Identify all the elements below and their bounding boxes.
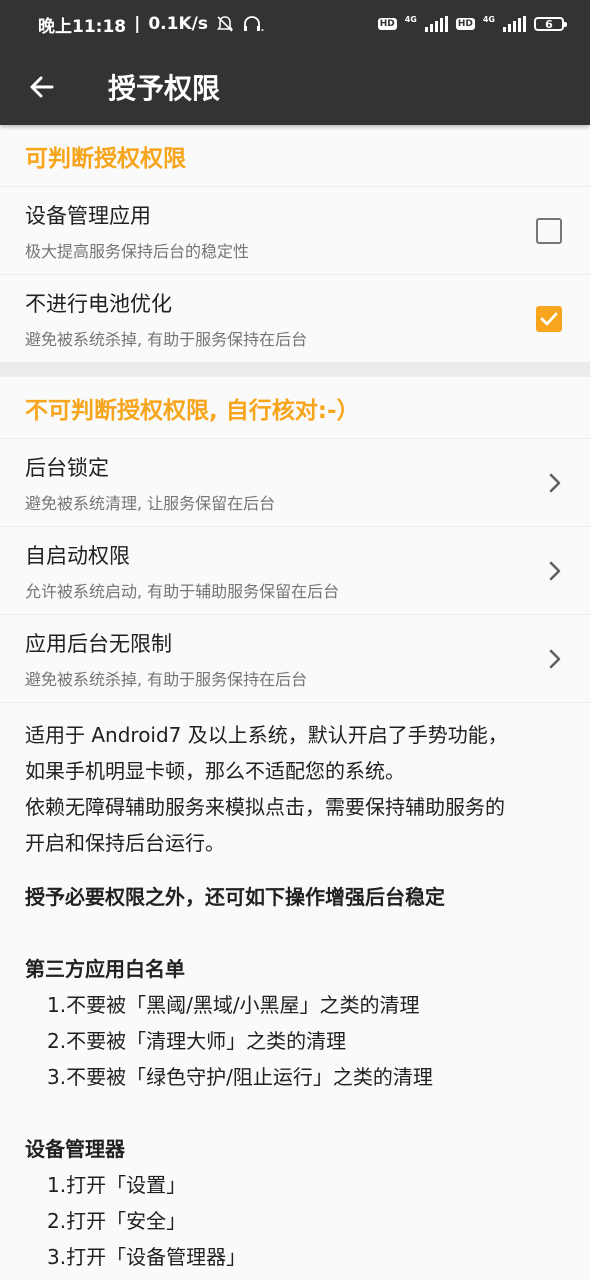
back-button[interactable] [0, 48, 84, 125]
info-line: 适用于 Android7 及以上系统，默认开启了手势功能， [25, 723, 508, 747]
chevron-right-icon [549, 649, 561, 668]
background-unrestricted-row[interactable]: 应用后台无限制 避免被系统杀掉, 有助于服务保持在后台 [0, 615, 590, 703]
network-type: 4G [482, 15, 495, 24]
section-header-manual: 不可判断授权权限, 自行核对:-） [0, 377, 590, 439]
signal-icon [424, 16, 448, 32]
row-title: 自启动权限 [25, 543, 130, 568]
list-item: 1.打开「设置」 [47, 1173, 187, 1197]
row-title: 设备管理应用 [25, 203, 151, 228]
battery-optimization-row[interactable]: 不进行电池优化 避免被系统杀掉, 有助于服务保持在后台 [0, 275, 590, 363]
info-line: 开启和保持后台运行。 [25, 831, 225, 855]
page-title: 授予权限 [108, 71, 221, 105]
arrow-back-icon [30, 76, 54, 97]
info-text: 适用于 Android7 及以上系统，默认开启了手势功能， 如果手机明显卡顿，那… [0, 703, 590, 1275]
signal-icon [503, 16, 526, 32]
chevron-right-icon [549, 473, 561, 492]
list-item: 1.不要被「黑阈/黑域/小黑屋」之类的清理 [47, 993, 420, 1017]
row-title: 不进行电池优化 [25, 291, 172, 316]
whitelist-title: 第三方应用白名单 [25, 957, 185, 981]
row-subtitle: 避免被系统杀掉, 有助于服务保持在后台 [25, 669, 308, 689]
chevron-right-icon [549, 561, 561, 580]
device-admin-title: 设备管理器 [25, 1137, 125, 1161]
row-subtitle: 极大提高服务保持后台的稳定性 [25, 241, 250, 261]
section-header-determinable: 可判断授权权限 [0, 125, 590, 187]
device-admin-row[interactable]: 设备管理应用 极大提高服务保持后台的稳定性 [0, 187, 590, 275]
status-time: 晚上11:18 [38, 16, 127, 37]
check-icon [540, 312, 558, 325]
section-divider [0, 363, 590, 377]
row-title: 应用后台无限制 [25, 631, 172, 656]
bell-off-icon [216, 16, 234, 32]
hd-badge: HD [377, 18, 397, 30]
status-net-speed: 0.1K/s [148, 14, 208, 34]
battery-optimization-checkbox[interactable] [536, 305, 562, 332]
row-subtitle: 避免被系统清理, 让服务保留在后台 [25, 493, 276, 513]
battery-level: 6 [545, 17, 553, 31]
battery-icon: 6 [534, 17, 567, 31]
row-subtitle: 允许被系统启动, 有助于辅助服务保留在后台 [25, 581, 340, 601]
autostart-row[interactable]: 自启动权限 允许被系统启动, 有助于辅助服务保留在后台 [0, 527, 590, 615]
network-type: 4G [404, 15, 417, 24]
info-line: 如果手机明显卡顿，那么不适配您的系统。 [25, 759, 405, 783]
list-item: 2.打开「安全」 [47, 1209, 187, 1233]
row-subtitle: 避免被系统杀掉, 有助于服务保持在后台 [25, 329, 308, 349]
list-item: 3.不要被「绿色守护/阻止运行」之类的清理 [47, 1065, 433, 1089]
headset-icon [243, 16, 264, 31]
status-bar: 晚上11:18 | 0.1K/s HD 4G HD 4G 6 [0, 0, 590, 48]
background-lock-row[interactable]: 后台锁定 避免被系统清理, 让服务保留在后台 [0, 439, 590, 527]
list-item: 3.打开「设备管理器」 [47, 1245, 247, 1269]
info-heading: 授予必要权限之外，还可如下操作增强后台稳定 [25, 885, 445, 909]
hd-badge: HD [455, 18, 475, 30]
toolbar: 授予权限 [0, 48, 590, 125]
list-item: 2.不要被「清理大师」之类的清理 [47, 1029, 347, 1053]
row-title: 后台锁定 [25, 455, 109, 480]
device-admin-checkbox[interactable] [536, 217, 562, 244]
info-line: 依赖无障碍辅助服务来模拟点击，需要保持辅助服务的 [25, 795, 505, 819]
